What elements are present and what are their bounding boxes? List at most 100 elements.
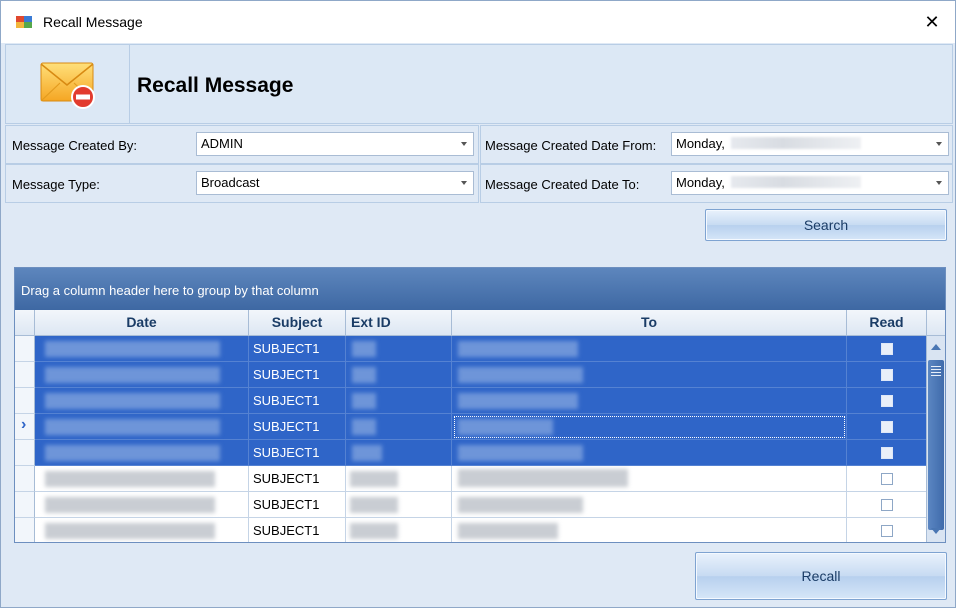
cell-read [847, 518, 927, 542]
cell-ext-id [346, 414, 452, 440]
redacted-recipient [458, 445, 583, 461]
redacted-ext-id [352, 445, 382, 461]
table-row[interactable]: SUBJECT1 [15, 388, 927, 414]
cell-subject: SUBJECT1 [249, 414, 346, 440]
table-row[interactable]: SUBJECT1 [15, 466, 927, 492]
cell-subject: SUBJECT1 [249, 440, 346, 466]
read-checkbox[interactable] [880, 421, 893, 433]
cell-subject: SUBJECT1 [249, 466, 346, 492]
read-checkbox[interactable] [880, 343, 893, 355]
redacted-date [45, 523, 215, 539]
read-checkbox[interactable] [880, 499, 893, 511]
message-type-label: Message Type: [12, 177, 100, 192]
cell-read [847, 362, 927, 388]
scroll-up-icon[interactable] [931, 344, 941, 350]
cell-read [847, 388, 927, 414]
cell-ext-id [346, 518, 452, 542]
header-corner [927, 310, 945, 336]
redacted-date [730, 137, 861, 149]
app-icon [16, 16, 32, 28]
scroll-down-icon[interactable] [931, 528, 941, 534]
grip-icon [931, 366, 941, 376]
row-indicator [15, 336, 35, 362]
redacted-ext-id [350, 471, 398, 487]
row-indicator: › [15, 414, 35, 440]
created-by-value: ADMIN [201, 136, 243, 151]
cell-date [35, 466, 249, 492]
date-to-label: Message Created Date To: [485, 177, 640, 192]
redacted-ext-id [352, 419, 376, 435]
search-button[interactable]: Search [705, 209, 947, 241]
cell-read [847, 466, 927, 492]
table-row[interactable]: SUBJECT1 [15, 492, 927, 518]
cell-ext-id [346, 492, 452, 518]
redacted-ext-id [352, 341, 376, 357]
message-grid[interactable]: Drag a column header here to group by th… [14, 267, 946, 543]
cell-date [35, 362, 249, 388]
redacted-date [45, 367, 220, 383]
redacted-date [45, 471, 215, 487]
cell-to [452, 388, 847, 414]
search-row: Search [5, 205, 953, 259]
cell-read [847, 336, 927, 362]
table-row[interactable]: SUBJECT1 [15, 336, 927, 362]
chevron-down-icon [936, 181, 942, 185]
created-by-combo[interactable]: ADMIN [196, 132, 474, 156]
scroll-thumb[interactable] [928, 360, 944, 530]
redacted-recipient [458, 523, 558, 539]
redacted-ext-id [350, 497, 398, 513]
column-header-date[interactable]: Date [35, 310, 249, 336]
cell-to [452, 518, 847, 542]
row-indicator-header [15, 310, 35, 336]
close-button[interactable]: ✕ [909, 1, 955, 43]
group-by-panel[interactable]: Drag a column header here to group by th… [15, 268, 945, 310]
row-indicator [15, 518, 35, 542]
cell-ext-id [346, 466, 452, 492]
cell-to [452, 492, 847, 518]
footer: Recall [5, 546, 953, 605]
cell-subject: SUBJECT1 [249, 336, 346, 362]
cell-to [452, 466, 847, 492]
recall-button[interactable]: Recall [695, 552, 947, 600]
message-type-cell: Message Type: Broadcast [5, 164, 479, 203]
title-bar: Recall Message ✕ [1, 1, 955, 43]
cell-date [35, 518, 249, 542]
filter-panel: Message Created By: ADMIN Message Create… [5, 125, 953, 205]
column-header-ext-id[interactable]: Ext ID [346, 310, 452, 336]
read-checkbox[interactable] [880, 447, 893, 459]
cell-subject: SUBJECT1 [249, 518, 346, 542]
redacted-recipient [458, 497, 583, 513]
cell-date [35, 388, 249, 414]
date-from-value: Monday, [676, 136, 725, 151]
column-header-subject[interactable]: Subject [249, 310, 346, 336]
read-checkbox[interactable] [880, 395, 893, 407]
table-row[interactable]: SUBJECT1 [15, 440, 927, 466]
table-row-current[interactable]: › SUBJECT1 [15, 414, 927, 440]
column-header-read[interactable]: Read [847, 310, 927, 336]
redacted-recipient [458, 419, 553, 435]
date-to-picker[interactable]: Monday, [671, 171, 949, 195]
redacted-ext-id [350, 523, 398, 539]
header-icon-cell [6, 45, 130, 123]
column-header-to[interactable]: To [452, 310, 847, 336]
envelope-recall-icon [40, 62, 95, 109]
read-checkbox[interactable] [880, 525, 893, 537]
read-checkbox[interactable] [880, 369, 893, 381]
read-checkbox[interactable] [880, 473, 893, 485]
redacted-date [45, 393, 220, 409]
message-type-combo[interactable]: Broadcast [196, 171, 474, 195]
chevron-down-icon [461, 181, 467, 185]
table-row[interactable]: SUBJECT1 [15, 362, 927, 388]
created-by-label: Message Created By: [12, 138, 138, 153]
vertical-scrollbar[interactable] [926, 336, 945, 542]
date-from-picker[interactable]: Monday, [671, 132, 949, 156]
cell-to [452, 336, 847, 362]
cell-subject: SUBJECT1 [249, 492, 346, 518]
redacted-ext-id [352, 393, 376, 409]
redacted-recipient [458, 367, 583, 383]
table-row[interactable]: SUBJECT1 [15, 518, 927, 542]
cell-date [35, 336, 249, 362]
redacted-recipient [458, 341, 578, 357]
redacted-ext-id [352, 367, 376, 383]
date-from-cell: Message Created Date From: Monday, [480, 125, 953, 164]
